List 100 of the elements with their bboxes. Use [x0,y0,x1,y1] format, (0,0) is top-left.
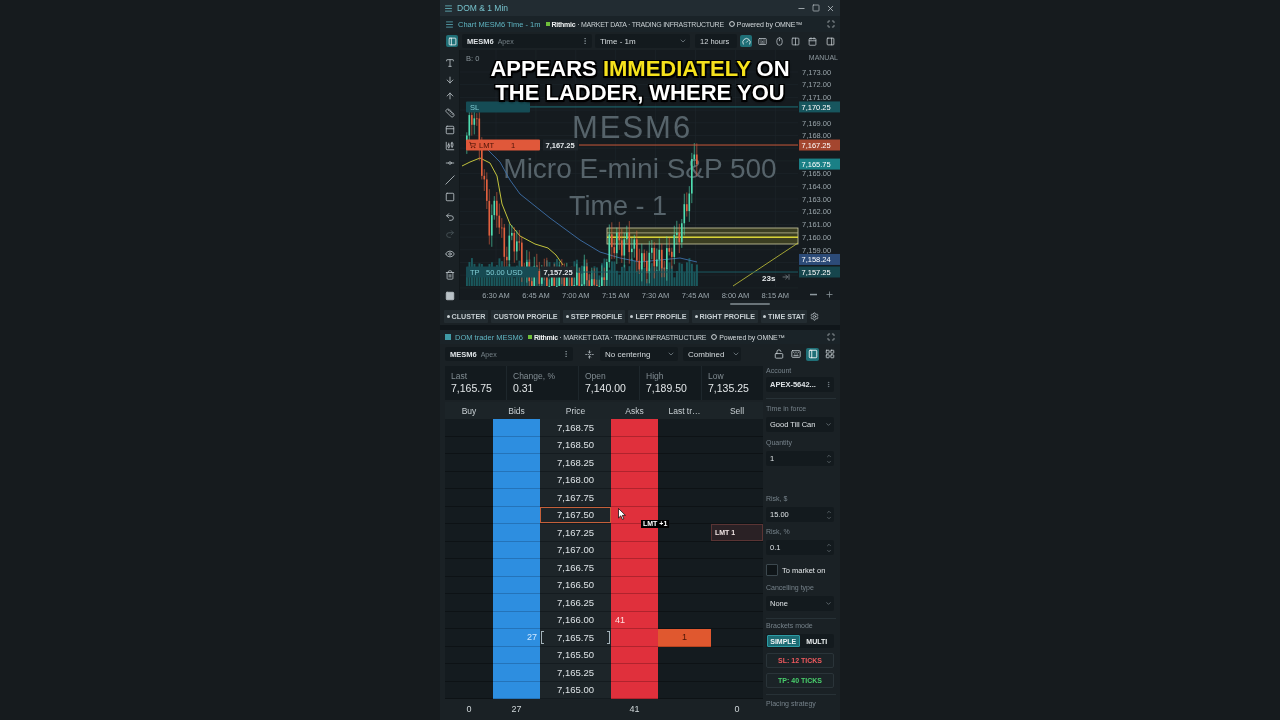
toolbar-button[interactable] [806,35,818,47]
ruler-icon[interactable] [444,108,455,119]
stat-label: Last [451,371,468,381]
sidebar-toggle-button[interactable] [446,35,458,47]
view-button[interactable] [806,347,819,361]
arrow-up-icon[interactable] [444,91,455,102]
ask-cell[interactable] [611,664,658,682]
price-text: 7,166.75 [557,561,594,573]
toolbar-button[interactable] [789,35,802,47]
bid-cell[interactable] [493,489,540,507]
dot-icon [565,315,569,318]
panel-icon[interactable] [444,124,455,135]
sell-cell[interactable] [711,629,763,647]
arrow-down-icon[interactable] [444,74,455,85]
zoom-in-icon[interactable] [826,291,833,298]
ask-cell[interactable] [611,489,658,507]
menu-icon[interactable] [444,3,453,13]
buy-cell[interactable] [445,454,493,472]
bid-cell[interactable] [493,664,540,682]
buy-cell[interactable] [445,629,493,647]
expand-icon[interactable] [827,333,835,341]
toolbar-button[interactable] [756,35,769,47]
stat-value: 7,165.75 [451,382,492,395]
mode-dropdown[interactable]: Combined [683,347,741,361]
ask-cell[interactable] [611,629,658,647]
bid-cell[interactable] [493,594,540,612]
sell-total: 0 [734,703,740,714]
view-button[interactable] [823,347,836,361]
last-trade-cell: 1 [658,629,711,647]
price-text: 7,168.00 [557,474,594,486]
undo-icon[interactable] [444,211,455,222]
column-header: Last tr… [668,405,701,416]
chart-canvas[interactable] [460,50,840,300]
trash-icon[interactable] [444,269,455,280]
ask-cell[interactable] [611,454,658,472]
scrollbar-thumb[interactable] [730,303,770,305]
settings-icon[interactable] [810,312,820,321]
left-bracket-icon [541,630,544,644]
buy-cell[interactable] [445,559,493,577]
checkbox[interactable] [766,564,778,576]
scroll-to-end-icon[interactable] [783,274,789,280]
view-button[interactable] [789,347,802,361]
toolbar-button[interactable] [824,35,836,47]
grid-icon [824,349,835,359]
text-tool-icon[interactable] [444,58,455,68]
centering-dropdown[interactable]: No centering [600,347,678,361]
chart-watermark: Time - 1 [569,191,667,221]
close-icon[interactable] [826,3,835,13]
diagonal-line-icon[interactable] [444,174,455,185]
stat-value: 0.31 [513,382,534,395]
bid-cell[interactable] [493,524,540,542]
menu-icon[interactable] [445,19,454,29]
buy-cell[interactable] [445,489,493,507]
toolbar-button[interactable] [740,35,752,47]
price-text: 7,167.25 [557,526,594,538]
trend-line [732,242,799,287]
price-text: 7,167.75 [557,491,594,503]
price-text: 7,167.00 [557,544,594,556]
square-logo-icon [545,22,550,26]
centering-button[interactable] [583,348,595,360]
bid-cell[interactable] [493,559,540,577]
last-trade-cell [658,454,711,472]
ask-cell[interactable] [611,524,658,542]
maximize-icon[interactable] [812,4,820,12]
view-button[interactable] [772,347,785,361]
price-text: 7,166.50 [557,579,594,591]
ask-cell[interactable] [611,419,658,437]
column-header: Buy [461,405,477,416]
candlestick-icon[interactable] [444,141,455,152]
chevron-up-icon [826,452,832,459]
keyboard-icon [790,349,801,359]
bid-cell[interactable] [493,454,540,472]
buy-cell[interactable] [445,419,493,437]
buy-cell[interactable] [445,594,493,612]
rectangle-icon[interactable] [444,191,455,202]
zoom-out-icon[interactable] [810,293,817,296]
chevron-down-icon [732,350,741,358]
timeframe-dropdown[interactable]: Time - 1m [595,34,690,48]
square-icon[interactable] [444,290,455,301]
dot-icon [630,315,634,318]
dot-icon [694,315,698,318]
chevron-down-icon [826,458,832,465]
price-text: 7,168.25 [557,456,594,468]
chevron-up-icon [826,508,832,515]
last-trade-cell [658,664,711,682]
buy-total: 0 [466,703,472,714]
ask-cell[interactable] [611,559,658,577]
bid-cell[interactable] [493,419,540,437]
right-bracket-icon [607,630,610,644]
buy-cell[interactable] [445,664,493,682]
price-text: 7,165.25 [557,666,594,678]
expand-icon[interactable] [827,20,835,28]
eye-icon[interactable] [444,248,455,259]
sidebar-icon [825,36,835,46]
buy-cell[interactable] [445,524,493,542]
price-text: 7,165.50 [557,649,594,661]
toolbar-button[interactable] [773,35,785,47]
last-trade-cell [658,489,711,507]
centering-icon [584,349,594,359]
ask-cell[interactable] [611,594,658,612]
